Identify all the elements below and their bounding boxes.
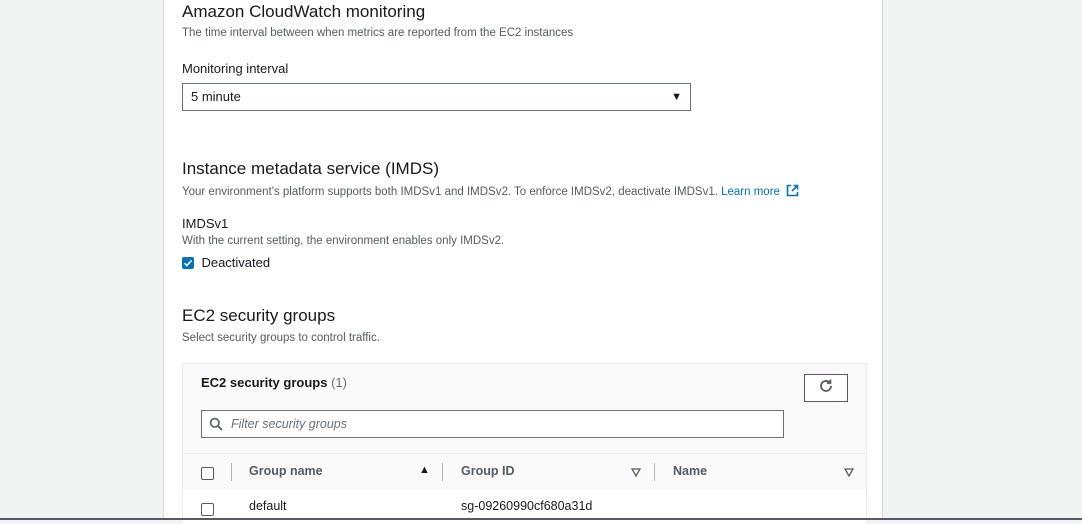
cloudwatch-title: Amazon CloudWatch monitoring (182, 2, 426, 21)
table-header-row: Group name ▲ Group ID Name (183, 453, 866, 491)
imdsv1-label: IMDSv1 (182, 216, 229, 231)
security-groups-table-container: EC2 security groups (1) Filter security … (182, 363, 867, 524)
imdsv1-description: With the current setting, the environmen… (182, 235, 505, 247)
security-groups-count: (1) (331, 375, 347, 390)
imds-title: Instance metadata service (IMDS) (182, 159, 439, 178)
filter-security-groups-input[interactable]: Filter security groups (201, 410, 784, 438)
configuration-panel: Amazon CloudWatch monitoring The time in… (163, 0, 883, 524)
external-link-icon (786, 184, 799, 200)
column-group-name[interactable]: Group name (249, 464, 323, 478)
group-name-cell: default (249, 499, 287, 513)
security-groups-table-header: EC2 security groups (1) (201, 375, 347, 390)
column-divider (654, 463, 655, 481)
search-icon (209, 417, 223, 436)
learn-more-link[interactable]: Learn more (721, 184, 799, 200)
sort-descending-icon[interactable] (630, 464, 642, 482)
cloudwatch-description: The time interval between when metrics a… (182, 27, 574, 39)
monitoring-interval-select[interactable]: 5 minute ▼ (182, 83, 691, 111)
imds-description: Your environment's platform supports bot… (182, 186, 718, 198)
select-all-checkbox[interactable] (201, 465, 214, 483)
filter-placeholder: Filter security groups (231, 417, 348, 431)
row-checkbox[interactable] (201, 501, 214, 519)
caret-down-icon: ▼ (671, 91, 682, 103)
sort-descending-icon[interactable] (843, 464, 855, 482)
imds-description-row: Your environment's platform supports bot… (182, 184, 799, 200)
imdsv1-checkbox-label[interactable]: Deactivated (201, 255, 270, 270)
imdsv1-checkbox-row: Deactivated (182, 254, 270, 272)
column-divider (231, 463, 232, 481)
monitoring-interval-label: Monitoring interval (182, 61, 289, 76)
security-groups-description: Select security groups to control traffi… (182, 332, 380, 344)
refresh-icon (818, 378, 834, 399)
imdsv1-checkbox[interactable] (182, 256, 194, 269)
group-id-cell: sg-09260990cf680a31d (461, 499, 593, 513)
column-group-id[interactable]: Group ID (461, 464, 514, 478)
learn-more-label: Learn more (721, 186, 780, 198)
column-name[interactable]: Name (673, 464, 707, 478)
column-divider (442, 463, 443, 481)
security-groups-table-title: EC2 security groups (201, 375, 328, 390)
monitoring-interval-value: 5 minute (191, 89, 241, 104)
security-groups-title: EC2 security groups (182, 306, 336, 325)
refresh-button[interactable] (804, 374, 848, 402)
sort-ascending-icon[interactable]: ▲ (419, 464, 430, 476)
